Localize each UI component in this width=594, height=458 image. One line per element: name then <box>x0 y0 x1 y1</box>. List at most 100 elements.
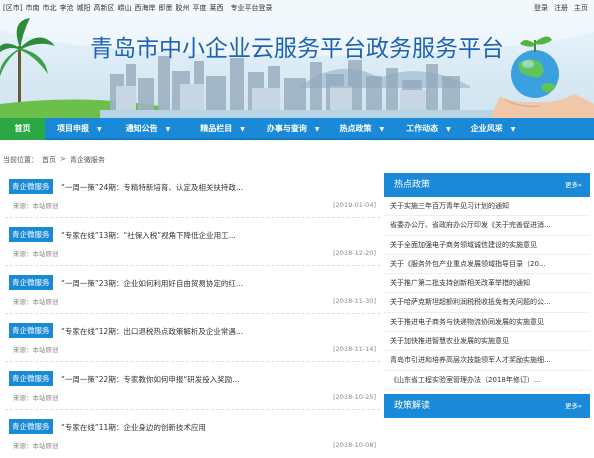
policy-list: 关于实施三年百万青年见习计划的通知 省委办公厅、省政府办公厅印发《关于完善促进消… <box>384 197 590 390</box>
breadcrumb-home-link[interactable]: 首页 <box>42 155 56 165</box>
policy-link[interactable]: 关于全面加强电子商务领域诚信建设的实施意见 <box>384 236 590 255</box>
article-date: [2018-10-08] <box>333 441 376 449</box>
globe-icon <box>511 50 559 98</box>
article-date: [2018-11-14] <box>333 345 376 353</box>
more-link[interactable]: 更多» <box>565 173 582 197</box>
nav-item-enterprise[interactable]: 企业风采 ▼ <box>461 118 526 140</box>
policy-link[interactable]: 省委办公厅、省政府办公厅印发《关于完善促进消... <box>384 216 590 236</box>
breadcrumb-label: 当前位置： <box>3 156 38 164</box>
region-label: [区市] <box>3 4 23 12</box>
main-nav: 首页 项目申报 ▼ 通知公告 ▼ 精品栏目 ▼ 办事与查询 ▼ 热点政策 ▼ 工作动态 ▼ … <box>0 118 594 140</box>
chevron-down-icon: ▼ <box>379 126 385 133</box>
chevron-down-icon: ▼ <box>446 126 451 133</box>
nav-item-featured[interactable]: 精品栏目 ▼ <box>180 118 255 140</box>
nav-item-project[interactable]: 项目申报 ▼ <box>45 118 112 140</box>
article-source: 来源：本站原创 <box>13 442 59 450</box>
article-date: [2018-10-25] <box>333 393 376 401</box>
article-source: 来源：本站原创 <box>13 346 59 354</box>
nav-label: 企业风采 <box>470 124 503 133</box>
category-tag[interactable]: 青企微服务 <box>9 275 53 290</box>
region-link-jimo[interactable]: 即墨 <box>158 3 172 13</box>
region-link-jiaozhou[interactable]: 胶州 <box>175 3 189 13</box>
region-link-gaoxin[interactable]: 高新区 <box>93 3 114 13</box>
news-list: 青企微服务 “一周一策”24期：专精特新培育、认定及相关扶持政... 来源：本站… <box>5 170 380 458</box>
region-link-xihaian[interactable]: 西海岸 <box>134 3 155 13</box>
list-item: 青企微服务 “一周一策”22期：专家教你如何申报“研发投入奖励... 来源：本站… <box>5 362 380 410</box>
breadcrumb-current: 青企微服务 <box>69 156 105 164</box>
article-date: [2018-11-30] <box>333 297 376 305</box>
nav-label: 精品栏目 <box>200 124 233 133</box>
nav-label: 通知公告 <box>125 124 158 133</box>
top-bar: [区市] 市南 市北 李沧 城阳 高新区 崂山 西海岸 即墨 胶州 平度 莱西 … <box>0 0 594 16</box>
nav-item-services[interactable]: 办事与查询 ▼ <box>255 118 330 140</box>
policy-link[interactable]: 关于哈萨克斯坦超额利润税税收抵免有关问题的公... <box>384 293 590 313</box>
policy-link[interactable]: 关于加快推进智慧农业发展的实施意见 <box>384 332 590 352</box>
nav-label: 工作动态 <box>406 124 439 133</box>
list-item: 青企微服务 “专家在线”12期：出口退税热点政策解析及企业常遇... 来源：本站… <box>5 314 380 362</box>
nav-item-policy[interactable]: 热点政策 ▼ <box>330 118 395 140</box>
register-link[interactable]: 注册 <box>554 3 568 13</box>
list-item: 青企微服务 “一周一策”23期：企业如何利用好自由贸易协定的红... 来源：本站… <box>5 266 380 314</box>
nav-label: 项目申报 <box>57 124 89 133</box>
more-link[interactable]: 更多» <box>565 394 582 418</box>
article-title-link[interactable]: “一周一策”22期：专家教你如何申报“研发投入奖励... <box>61 374 239 385</box>
category-tag[interactable]: 青企微服务 <box>9 323 53 338</box>
policy-link[interactable]: 关于实施三年百万青年见习计划的通知 <box>384 197 590 217</box>
article-source: 来源：本站原创 <box>13 250 59 258</box>
region-link-pingdu[interactable]: 平度 <box>192 3 206 13</box>
chevron-down-icon: ▼ <box>165 126 171 133</box>
article-date: [2018-12-20] <box>333 249 376 257</box>
category-tag[interactable]: 青企微服务 <box>9 179 53 194</box>
policy-link[interactable]: 关于推进电子商务与快递物流协同发展的实施意见 <box>384 313 590 333</box>
policy-interpretation-title: 政策解读 <box>394 400 431 411</box>
policy-link[interactable]: 关于《服务外包产业重点发展领域指导目录（20... <box>384 255 590 275</box>
article-title-link[interactable]: “专家在线”11期：企业身边的创新技术应用 <box>61 422 206 433</box>
region-link-laoshan[interactable]: 崂山 <box>117 3 131 13</box>
article-title-link[interactable]: “专家在线”13期：“社保入税”视角下降低企业用工... <box>61 230 236 241</box>
region-link-chengyang[interactable]: 城阳 <box>76 3 90 13</box>
chevron-down-icon: ▼ <box>314 126 320 133</box>
nav-label: 热点政策 <box>339 124 372 133</box>
nav-item-notice[interactable]: 通知公告 ▼ <box>112 118 181 140</box>
article-title-link[interactable]: “一周一策”24期：专精特新培育、认定及相关扶持政... <box>61 182 243 193</box>
breadcrumb: 当前位置： 首页 > 青企微服务 <box>3 155 105 165</box>
policy-link[interactable]: 关于推广第二批支持创新相关改革举措的通知 <box>384 274 590 294</box>
article-source: 来源：本站原创 <box>13 394 59 402</box>
article-title-link[interactable]: “专家在线”12期：出口退税热点政策解析及企业常遇... <box>61 326 243 337</box>
platform-login-link[interactable]: 专业平台登录 <box>230 3 272 13</box>
hot-policy-header: 热点政策 更多» <box>384 173 590 197</box>
list-item: 青企微服务 “专家在线”13期：“社保入税”视角下降低企业用工... 来源：本站… <box>5 218 380 266</box>
hot-policy-title: 热点政策 <box>394 180 431 190</box>
article-title-link[interactable]: “一周一策”23期：企业如何利用好自由贸易协定的红... <box>61 278 243 289</box>
breadcrumb-separator: > <box>60 155 66 163</box>
article-source: 来源：本站原创 <box>13 202 59 210</box>
list-item: 青企微服务 “专家在线”11期：企业身边的创新技术应用 来源：本站原创 [201… <box>5 410 380 458</box>
region-links: [区市] 市南 市北 李沧 城阳 高新区 崂山 西海岸 即墨 胶州 平度 莱西 … <box>3 3 272 13</box>
category-tag[interactable]: 青企微服务 <box>9 227 53 242</box>
chevron-down-icon: ▼ <box>240 126 245 133</box>
policy-link[interactable]: 《山东省工程实验室管理办法（2018年修订）... <box>384 371 590 390</box>
region-link-laixi[interactable]: 莱西 <box>209 3 223 13</box>
homepage-link[interactable]: 主页 <box>574 3 588 13</box>
nav-item-news[interactable]: 工作动态 ▼ <box>394 118 461 140</box>
policy-link[interactable]: 青岛市引进和培养高层次技能领军人才奖励实施细... <box>384 351 590 371</box>
list-item: 青企微服务 “一周一策”24期：专精特新培育、认定及相关扶持政... 来源：本站… <box>5 170 380 218</box>
account-links: 登录 注册 主页 <box>534 3 588 13</box>
header-banner: 青岛市中小企业云服务平台政务服务平台 <box>0 16 594 118</box>
region-link-shibei[interactable]: 市北 <box>42 3 56 13</box>
policy-interpretation-header: 政策解读 更多» <box>384 393 590 418</box>
region-link-licang[interactable]: 李沧 <box>59 3 73 13</box>
category-tag[interactable]: 青企微服务 <box>9 371 53 386</box>
nav-label: 首页 <box>14 124 31 133</box>
chevron-down-icon: ▼ <box>97 126 102 133</box>
article-source: 来源：本站原创 <box>13 298 59 306</box>
site-title: 青岛市中小企业云服务平台政务服务平台 <box>90 36 504 62</box>
category-tag[interactable]: 青企微服务 <box>9 419 53 434</box>
region-link-shinan[interactable]: 市南 <box>25 3 39 13</box>
chevron-down-icon: ▼ <box>510 126 516 133</box>
nav-item-home[interactable]: 首页 <box>0 118 45 140</box>
login-link[interactable]: 登录 <box>534 3 548 13</box>
sidebar: 热点政策 更多» 关于实施三年百万青年见习计划的通知 省委办公厅、省政府办公厅印… <box>384 173 590 418</box>
nav-label: 办事与查询 <box>266 124 307 133</box>
article-date: [2019-01-04] <box>333 201 376 209</box>
